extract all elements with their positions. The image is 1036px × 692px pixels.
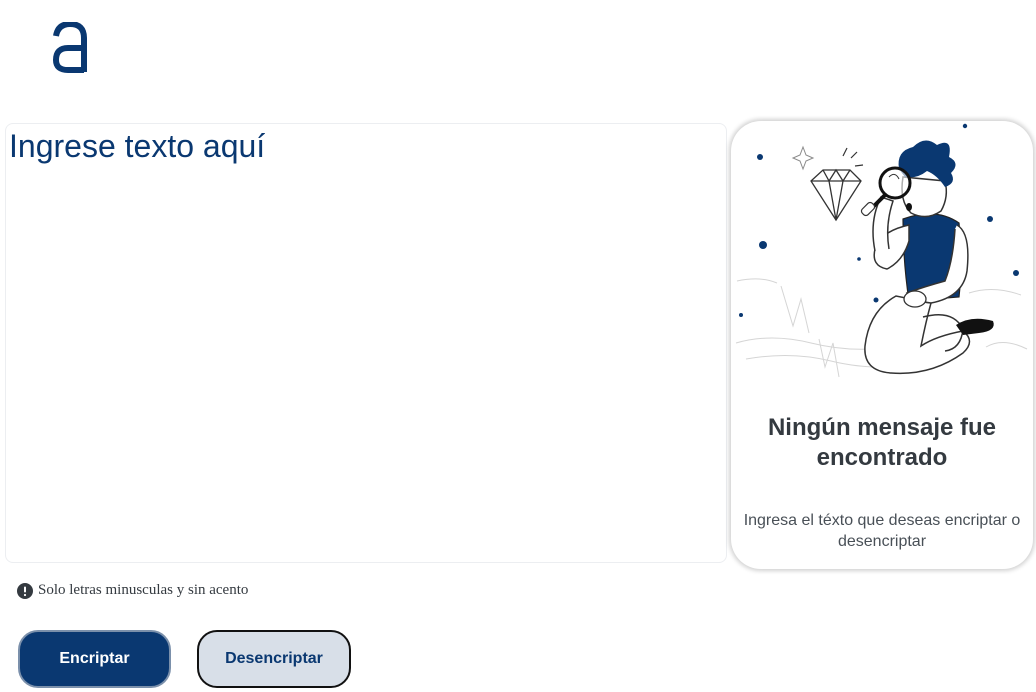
exclamation-circle-icon [17, 582, 33, 599]
decrypt-button[interactable]: Desencriptar [197, 630, 351, 688]
text-input-container [5, 123, 727, 563]
result-subtitle: Ingresa el téxto que deseas encriptar o … [743, 512, 1021, 550]
result-title: Ningún mensaje fue encontrado [767, 414, 997, 471]
message-text-input[interactable] [6, 124, 726, 562]
input-hint: Solo letras minusculas y sin acento [17, 582, 248, 599]
alura-logo-icon [52, 22, 87, 73]
input-hint-text: Solo letras minusculas y sin acento [38, 582, 249, 598]
encrypt-button[interactable]: Encriptar [18, 630, 171, 688]
result-panel: Ningún mensaje fue encontrado Ingresa el… [731, 121, 1033, 569]
person-with-magnifier-illustration [735, 123, 1028, 378]
